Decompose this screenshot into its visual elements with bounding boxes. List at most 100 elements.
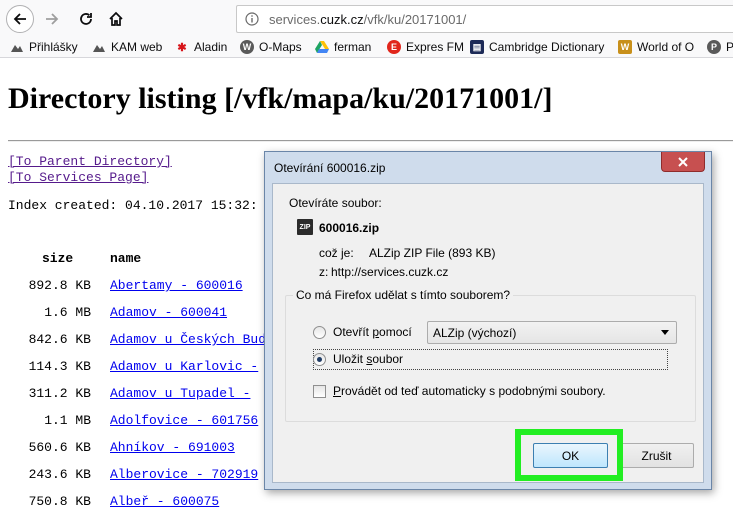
open-with-label[interactable]: Otevřít pomocí (333, 325, 412, 339)
source-url: http://services.cuzk.cz (331, 265, 449, 279)
bookmark-label: Přihlášky (29, 40, 78, 54)
expres-fm-icon: E (387, 40, 401, 54)
bookmark-p[interactable]: PP (707, 39, 733, 55)
services-page-link[interactable]: [To Services Page] (8, 170, 148, 185)
page-title: Directory listing [/vfk/mapa/ku/20171001… (8, 82, 553, 115)
index-created-text: Index created: 04.10.2017 15:32: (8, 198, 258, 213)
bookmark-ferman[interactable]: ferman (315, 39, 371, 55)
back-button[interactable] (6, 5, 34, 33)
bookmark-label: KAM web (111, 40, 163, 54)
file-link[interactable]: Alberovice - 702919 (110, 467, 258, 482)
radio-selected-dot (317, 357, 322, 362)
application-select-value: ALZip (výchozí) (433, 326, 517, 340)
file-link[interactable]: Ahníkov - 691003 (110, 440, 235, 455)
open-with-text: Otevřít (333, 325, 370, 339)
bookmark-aladin-icon: ✱ (177, 41, 187, 54)
dialog-titlebar[interactable]: Otevírání 600016.zip (265, 152, 711, 183)
home-icon (109, 11, 123, 26)
bookmark-label: ferman (334, 40, 372, 54)
cambridge-icon: ▤ (470, 40, 484, 54)
auto-text: rovádět od teď automaticky s podobnými s… (341, 384, 606, 398)
forward-button[interactable] (38, 5, 66, 33)
open-with-radio[interactable] (313, 326, 326, 339)
world-of-o-icon: W (618, 40, 632, 54)
file-link[interactable]: Adamov - 600041 (110, 305, 227, 320)
source-label: z: (319, 265, 329, 279)
url-text[interactable]: services.cuzk.cz/vfk/ku/20171001/ (269, 12, 466, 27)
google-drive-icon (315, 40, 329, 54)
bookmark-world-of-o[interactable]: W World of O (618, 39, 694, 55)
address-bar[interactable]: services.cuzk.cz/vfk/ku/20171001/ (236, 5, 733, 33)
save-text-rest: oubor (372, 352, 404, 366)
cancel-button[interactable]: Zrušit (619, 443, 694, 468)
name-column-header: name (110, 251, 142, 266)
save-file-label[interactable]: Uložit soubor (333, 352, 403, 366)
wikimapia-icon: W (240, 40, 254, 54)
home-button[interactable] (102, 5, 130, 33)
size-column-header: size (42, 251, 74, 266)
file-type: ALZip ZIP File (893 KB) (369, 246, 496, 260)
auto-accesskey: P (333, 384, 342, 398)
file-link[interactable]: Abertamy - 600016 (110, 278, 243, 293)
file-size: 243.6 KB (28, 467, 91, 482)
opening-label: Otevíráte soubor: (289, 196, 382, 210)
bookmark-label: World of O (637, 40, 695, 54)
bookmarks-toolbar: Přihlášky KAM web ✱ Aladin W O-Maps ferman… (0, 36, 733, 58)
bookmark-o-maps[interactable]: W O-Maps (240, 39, 302, 55)
site-info-icon[interactable] (245, 12, 259, 26)
zip-file-icon: ZIP (297, 219, 313, 235)
file-size: 892.8 KB (28, 278, 91, 293)
url-path: /vfk/ku/20171001/ (363, 12, 467, 27)
reload-icon (80, 13, 92, 25)
close-icon (678, 156, 688, 167)
url-prefix: services. (269, 12, 321, 27)
bookmark-generic-icon (10, 40, 24, 54)
divider (8, 140, 733, 142)
action-question: Co má Firefox udělat s tímto souborem? (293, 288, 514, 302)
file-size: 311.2 KB (28, 386, 91, 401)
file-link[interactable]: Adamov u Karlovic - (110, 359, 258, 374)
bookmark-label: P (726, 40, 733, 54)
ok-highlight-annotation (515, 429, 623, 481)
reload-button[interactable] (72, 5, 100, 33)
save-file-radio[interactable] (313, 353, 326, 366)
navigation-toolbar: services.cuzk.cz/vfk/ku/20171001/ (0, 0, 733, 36)
file-link[interactable]: Adamov u Českých Bud (110, 332, 266, 347)
bookmark-prihlasky[interactable]: Přihlášky (10, 39, 78, 55)
save-text: Uložit (333, 352, 367, 366)
back-arrow-icon (13, 13, 26, 25)
file-size: 750.8 KB (28, 494, 91, 509)
file-link[interactable]: Adolfovice - 601756 (110, 413, 258, 428)
parent-directory-link[interactable]: [To Parent Directory] (8, 154, 172, 169)
file-type-label: což je: (319, 246, 354, 260)
auto-action-label[interactable]: Provádět od teď automaticky s podobnými … (333, 384, 606, 398)
chevron-down-icon (661, 330, 669, 335)
bookmark-aladin[interactable]: ✱ Aladin (175, 39, 227, 55)
bookmark-label: O-Maps (259, 40, 302, 54)
file-size: 1.1 MB (44, 413, 91, 428)
file-size: 1.6 MB (44, 305, 91, 320)
file-name: 600016.zip (319, 221, 380, 235)
file-size: 560.6 KB (28, 440, 91, 455)
bookmark-label: Aladin (194, 40, 228, 54)
forward-arrow-icon (46, 13, 59, 25)
pinterest-icon: P (707, 40, 721, 54)
dialog-title: Otevírání 600016.zip (274, 161, 386, 175)
bookmark-label: Cambridge Dictionary (489, 40, 605, 54)
file-size: 842.6 KB (28, 332, 91, 347)
open-with-text-rest: omocí (379, 325, 412, 339)
url-host: cuzk.cz (320, 12, 364, 27)
file-link[interactable]: Adamov u Tupadel - (110, 386, 250, 401)
dialog-body: Otevíráte soubor: ZIP 600016.zip což je:… (272, 183, 704, 483)
file-link[interactable]: Albeř - 600075 (110, 494, 219, 509)
file-size: 114.3 KB (28, 359, 91, 374)
bookmark-expres-fm[interactable]: E Expres FM (387, 39, 464, 55)
open-file-dialog: Otevírání 600016.zip Otevíráte soubor: Z… (264, 151, 712, 490)
application-select[interactable]: ALZip (výchozí) (427, 321, 677, 344)
dialog-close-button[interactable] (661, 152, 705, 172)
bookmark-generic-icon (92, 40, 106, 54)
auto-action-checkbox[interactable] (313, 385, 326, 398)
bookmark-label: Expres FM (406, 40, 465, 54)
bookmark-cambridge[interactable]: ▤ Cambridge Dictionary (470, 39, 604, 55)
bookmark-kam-web[interactable]: KAM web (92, 39, 162, 55)
